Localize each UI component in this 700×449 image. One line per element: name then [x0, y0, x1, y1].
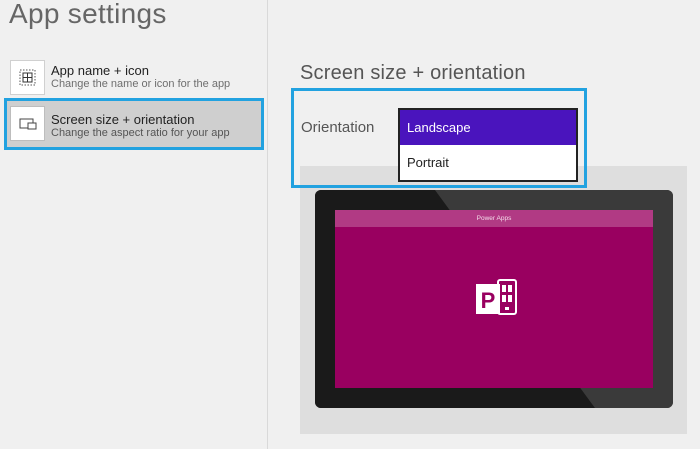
tablet-preview: Power Apps P: [315, 190, 673, 408]
app-title-bar: Power Apps: [335, 210, 653, 227]
sidebar-item-screen-size-orientation[interactable]: Screen size + orientation Change the asp…: [4, 98, 264, 150]
orientation-option-landscape[interactable]: Landscape: [400, 110, 576, 145]
screen-orientation-icon: [10, 106, 45, 141]
page-title: App settings: [9, 0, 167, 29]
sidebar-item-label: Screen size + orientation: [51, 112, 195, 127]
sidebar-item-description: Change the name or icon for the app: [51, 78, 231, 90]
app-settings-window: App settings App name + icon Change the …: [0, 0, 700, 449]
section-heading: Screen size + orientation: [300, 62, 526, 84]
svg-text:P: P: [481, 288, 496, 313]
sidebar-item-description: Change the aspect ratio for your app: [51, 127, 230, 139]
powerapps-logo-icon: P: [474, 278, 518, 322]
app-screen-preview: Power Apps P: [335, 210, 653, 388]
sidebar: App settings App name + icon Change the …: [0, 0, 268, 449]
orientation-dropdown[interactable]: Landscape Portrait: [398, 108, 578, 182]
sidebar-item-label: App name + icon: [51, 63, 149, 78]
orientation-label: Orientation: [301, 119, 375, 136]
orientation-option-portrait[interactable]: Portrait: [400, 145, 576, 180]
app-grid-icon: [10, 60, 45, 95]
